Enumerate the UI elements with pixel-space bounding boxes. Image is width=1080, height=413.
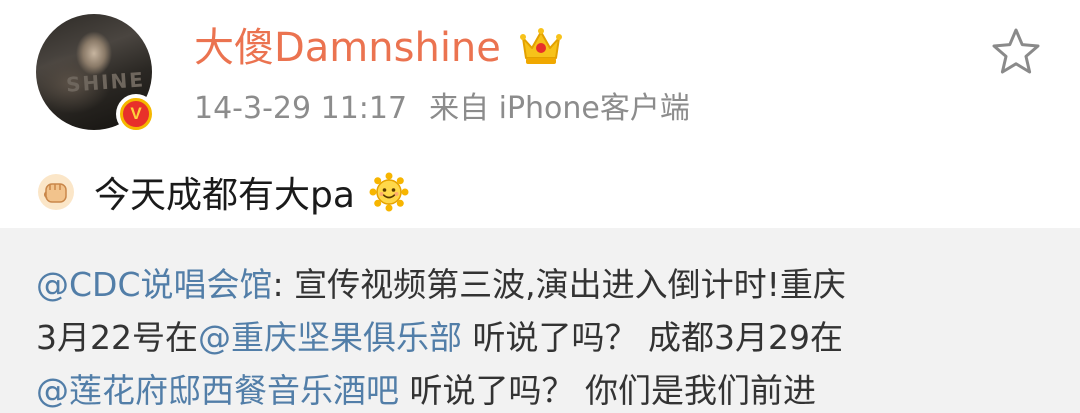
repost-text-segment: 3月22号在 — [36, 318, 198, 357]
post-timestamp: 14-3-29 11:17 — [194, 91, 408, 126]
repost-line-2: 3月22号在@重庆坚果俱乐部 听说了吗？ 成都3月29在 — [36, 311, 1046, 364]
avatar-wrap[interactable]: SHINE V — [36, 14, 156, 134]
repost-text: @CDC说唱会馆: 宣传视频第三波,演出进入倒计时!重庆 3月22号在@重庆坚果… — [36, 258, 1046, 413]
repost-text-segment: 听说了吗？ 成都3月29在 — [462, 318, 843, 357]
verified-v-icon: V — [116, 94, 156, 134]
weibo-post: SHINE V 大傻Damnshine 14-3-29 11:17 来自 iPho… — [0, 0, 1080, 413]
verified-v-label: V — [120, 98, 152, 130]
post-source[interactable]: 来自 iPhone客户端 — [429, 91, 690, 126]
repost-text-segment: 听说了吗？ 你们是我们前进 — [399, 371, 816, 410]
avatar-text: SHINE — [65, 67, 146, 97]
repost-text-segment: : 宣传视频第三波,演出进入倒计时!重庆 — [272, 265, 846, 304]
post-meta: 14-3-29 11:17 来自 iPhone客户端 — [194, 88, 690, 130]
mention-link[interactable]: @莲花府邸西餐音乐酒吧 — [36, 371, 399, 410]
mention-link[interactable]: @重庆坚果俱乐部 — [198, 318, 462, 357]
repost-block[interactable]: @CDC说唱会馆: 宣传视频第三波,演出进入倒计时!重庆 3月22号在@重庆坚果… — [0, 228, 1080, 413]
crown-vip-icon — [520, 28, 562, 64]
star-icon[interactable] — [988, 24, 1044, 80]
post-text-line: 今天成都有大pa — [36, 164, 409, 220]
fist-emoji-icon — [38, 174, 74, 210]
sun-smile-emoji-icon — [369, 172, 409, 212]
post-text: 今天成都有大pa — [94, 175, 355, 216]
username[interactable]: 大傻Damnshine — [194, 22, 501, 74]
repost-line-3: @莲花府邸西餐音乐酒吧 听说了吗？ 你们是我们前进 — [36, 364, 1046, 413]
mention-link[interactable]: @CDC说唱会馆 — [36, 265, 273, 304]
repost-line-1: @CDC说唱会馆: 宣传视频第三波,演出进入倒计时!重庆 — [36, 258, 1046, 311]
